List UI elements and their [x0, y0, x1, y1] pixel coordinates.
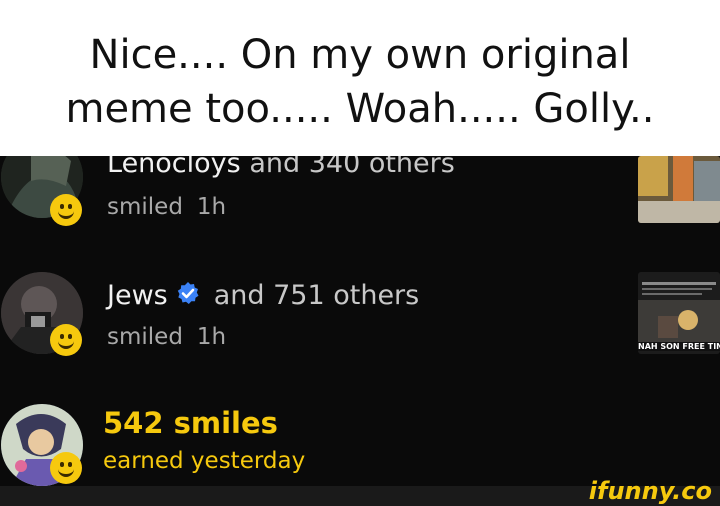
meme-thumbnail[interactable]: NAH SON FREE TIN FO — [638, 272, 720, 354]
smiles-count: 542 smiles — [103, 406, 278, 440]
action-label: smiled — [107, 194, 183, 220]
smile-emoji-icon — [50, 324, 82, 356]
timestamp: 1h — [196, 324, 227, 350]
notification-text: Jews and 751 others — [107, 280, 419, 312]
ifunny-watermark[interactable]: ifunny.co — [589, 477, 712, 505]
notification-row[interactable]: 542 smiles earned yesterday — [0, 396, 720, 486]
timestamp: 1h — [196, 194, 227, 220]
others-count: and 751 others — [213, 280, 420, 311]
notification-meta: smiled 1h — [107, 324, 226, 350]
meme-caption: Nice.... On my own original meme too....… — [0, 0, 720, 156]
action-label: smiled — [107, 324, 183, 350]
notification-row[interactable]: Lenocloys and 340 others smiled 1h — [0, 156, 720, 246]
caption-line-1: Nice.... On my own original — [89, 32, 631, 78]
meme-thumbnail[interactable] — [638, 156, 720, 223]
caption-line-2: meme too..... Woah..... Golly.. — [65, 86, 655, 132]
verified-badge-icon — [176, 281, 200, 312]
earned-label: earned yesterday — [103, 448, 306, 474]
smile-emoji-icon — [50, 452, 82, 484]
notification-text: Lenocloys and 340 others — [107, 156, 455, 179]
smile-emoji-icon — [50, 194, 82, 226]
username[interactable]: Jews — [107, 280, 168, 311]
others-count: and 340 others — [249, 156, 455, 179]
username[interactable]: Lenocloys — [107, 156, 241, 179]
thumbnail-caption: NAH SON FREE TIN FO — [638, 342, 720, 351]
notification-meta: smiled 1h — [107, 194, 226, 220]
notification-row[interactable]: Jews and 751 others smiled 1h NAH SON FREE… — [0, 268, 720, 368]
notification-feed: Lenocloys and 340 others smiled 1h Jews … — [0, 156, 720, 486]
